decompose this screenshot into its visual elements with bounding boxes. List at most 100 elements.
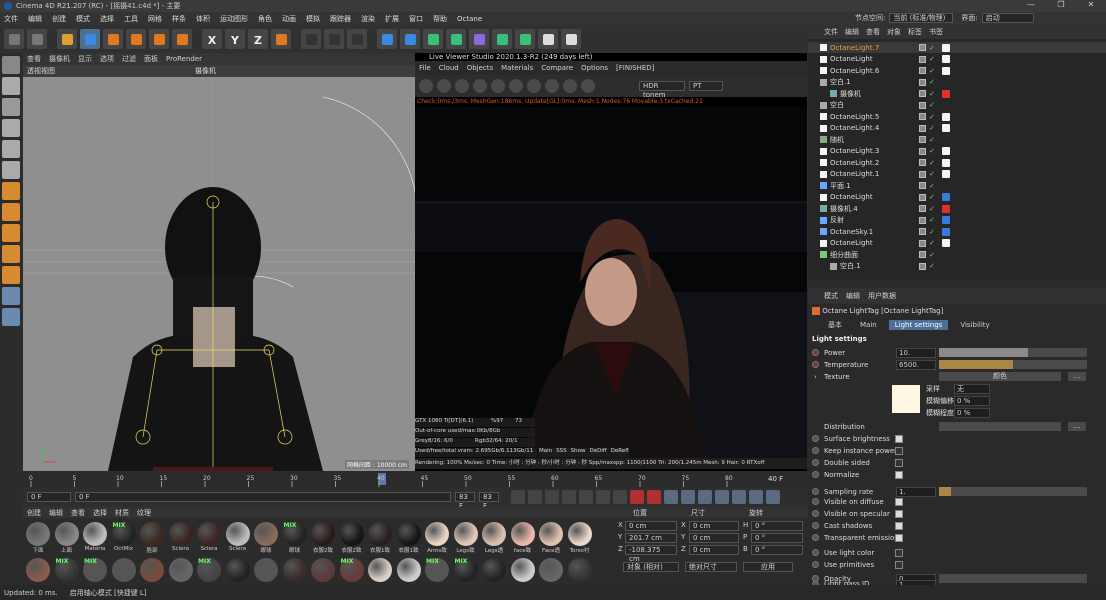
material-menu-item[interactable]: 查看 bbox=[71, 508, 85, 518]
enabled-check[interactable]: ✓ bbox=[929, 124, 935, 132]
menu-item[interactable]: 窗口 bbox=[409, 14, 423, 24]
position-field[interactable]: 201.7 cm bbox=[625, 533, 677, 543]
cube-icon[interactable] bbox=[377, 29, 397, 49]
animate-dot[interactable] bbox=[812, 349, 819, 356]
editor-visibility-flag[interactable] bbox=[919, 124, 926, 132]
object-row[interactable]: 空白.1 ✓ bbox=[808, 77, 1106, 88]
rotation-field[interactable]: 0 ° bbox=[751, 521, 803, 531]
octane-tag-icon[interactable] bbox=[942, 112, 950, 121]
close-button[interactable]: ✕ bbox=[1076, 0, 1106, 9]
snap-icon[interactable] bbox=[2, 203, 20, 221]
editor-visibility-flag[interactable] bbox=[919, 170, 926, 178]
move-icon[interactable] bbox=[80, 29, 100, 49]
editor-visibility-flag[interactable] bbox=[919, 239, 926, 247]
animate-dot[interactable] bbox=[812, 561, 819, 568]
gpu-icon[interactable] bbox=[563, 79, 577, 93]
viewport-menu-item[interactable]: 显示 bbox=[78, 54, 92, 64]
material-swatch[interactable]: 衣服2致 bbox=[310, 522, 336, 558]
editor-visibility-flag[interactable] bbox=[919, 113, 926, 120]
temperature-slider[interactable] bbox=[939, 360, 1087, 369]
attribute-menu-item[interactable]: 编辑 bbox=[846, 291, 860, 301]
viewport-menu-item[interactable]: 面板 bbox=[144, 54, 158, 64]
material-swatch[interactable]: 眼球 bbox=[253, 522, 279, 558]
visible-on-specular-checkbox[interactable] bbox=[895, 509, 903, 518]
menu-item[interactable]: 体积 bbox=[196, 14, 210, 24]
menu-item[interactable]: 角色 bbox=[258, 14, 272, 24]
om-menu-item[interactable]: 书签 bbox=[929, 27, 943, 37]
live-viewer-menu-item[interactable]: Objects bbox=[467, 64, 493, 72]
position-field[interactable]: 0 cm bbox=[625, 521, 677, 531]
menu-item[interactable]: 编辑 bbox=[28, 14, 42, 24]
enabled-check[interactable]: ✓ bbox=[929, 67, 935, 75]
channel-tab[interactable]: SSS bbox=[556, 448, 566, 457]
enabled-check[interactable]: ✓ bbox=[929, 159, 935, 167]
sky-icon[interactable] bbox=[515, 29, 535, 49]
surface-brightness-checkbox[interactable] bbox=[895, 434, 903, 443]
size-field[interactable]: 0 cm bbox=[689, 545, 739, 555]
object-row[interactable]: 空白.1 ✓ bbox=[808, 261, 1106, 272]
editor-visibility-flag[interactable] bbox=[919, 159, 926, 166]
material-menu-item[interactable]: 纹理 bbox=[137, 508, 151, 518]
material-swatch[interactable]: Face透 bbox=[538, 522, 564, 558]
animate-dot[interactable] bbox=[812, 498, 819, 505]
octane-tag-icon[interactable] bbox=[942, 170, 950, 178]
object-row[interactable]: OctaneLight.5 ✓ bbox=[808, 111, 1106, 122]
kernel-select[interactable]: PT bbox=[689, 81, 723, 91]
object-row[interactable]: 空白 ✓ bbox=[808, 100, 1106, 111]
animate-dot[interactable] bbox=[812, 488, 819, 495]
temperature-field[interactable]: 6500. bbox=[896, 359, 936, 370]
menu-item[interactable]: 网格 bbox=[148, 14, 162, 24]
position-field[interactable]: -108.375 cm bbox=[625, 545, 677, 563]
om-menu-item[interactable]: 文件 bbox=[824, 27, 838, 37]
workplane-icon[interactable] bbox=[2, 245, 20, 263]
pen-icon[interactable] bbox=[400, 29, 420, 49]
add-icon[interactable] bbox=[172, 29, 192, 49]
opacity-slider[interactable] bbox=[939, 574, 1087, 583]
object-row[interactable]: OctaneSky.1 ✓ bbox=[808, 226, 1106, 237]
layout-select[interactable]: 启动 bbox=[981, 13, 1034, 23]
normalize-checkbox[interactable] bbox=[895, 470, 903, 479]
live-viewer-menu-item[interactable]: Options bbox=[581, 64, 608, 72]
octane-tag-icon[interactable] bbox=[942, 43, 950, 52]
channel-tab[interactable]: Main bbox=[539, 448, 552, 457]
play-icon[interactable] bbox=[562, 490, 576, 504]
render-tag-icon[interactable] bbox=[2, 287, 20, 305]
pause-icon[interactable] bbox=[455, 79, 469, 93]
enabled-check[interactable]: ✓ bbox=[929, 239, 935, 247]
object-row[interactable]: 摄像机.4 ✓ bbox=[808, 203, 1106, 214]
auto-key-icon[interactable] bbox=[647, 490, 661, 504]
object-row[interactable]: OctaneLight.7 ✓ bbox=[808, 42, 1106, 53]
size-field[interactable]: 0 cm bbox=[689, 521, 739, 531]
menu-item[interactable]: 运动图形 bbox=[220, 14, 248, 24]
use-primitives-checkbox[interactable] bbox=[895, 560, 903, 569]
pos-key-icon[interactable] bbox=[681, 490, 695, 504]
tonemap-select[interactable]: HDR tonem bbox=[639, 81, 685, 99]
viewport-menu-item[interactable]: ProRender bbox=[166, 55, 202, 63]
editor-visibility-flag[interactable] bbox=[919, 182, 926, 189]
viewport-camera-label[interactable]: 摄像机 bbox=[195, 66, 216, 76]
object-row[interactable]: OctaneLight.3 ✓ bbox=[808, 146, 1106, 157]
material-swatch[interactable]: 脸部 bbox=[139, 522, 165, 558]
object-row[interactable]: OctaneLight.4 ✓ bbox=[808, 123, 1106, 134]
material-menu-item[interactable]: 编辑 bbox=[49, 508, 63, 518]
go-start-icon[interactable] bbox=[511, 490, 525, 504]
texture-axis-icon[interactable] bbox=[2, 308, 20, 326]
render-settings-icon[interactable] bbox=[347, 29, 367, 49]
cast-shadows-checkbox[interactable] bbox=[895, 521, 903, 530]
minimize-button[interactable]: — bbox=[1016, 0, 1046, 9]
material-swatch[interactable]: Materia bbox=[82, 522, 108, 558]
channel-tab[interactable]: DeRefl bbox=[611, 448, 629, 457]
rot-key-icon[interactable] bbox=[715, 490, 729, 504]
size-field[interactable]: 0 cm bbox=[689, 533, 739, 543]
object-row[interactable]: OctaneLight ✓ bbox=[808, 54, 1106, 65]
record-icon[interactable] bbox=[630, 490, 644, 504]
light-icon[interactable] bbox=[561, 29, 581, 49]
material-swatch[interactable]: Legs致 bbox=[453, 522, 479, 558]
enabled-check[interactable]: ✓ bbox=[929, 262, 935, 270]
object-row[interactable]: 细分曲面 ✓ bbox=[808, 249, 1106, 260]
enabled-check[interactable]: ✓ bbox=[929, 193, 935, 201]
tab-基本[interactable]: 基本 bbox=[822, 320, 848, 330]
menu-item[interactable]: 模式 bbox=[76, 14, 90, 24]
sampling-rate-field[interactable]: 1. bbox=[896, 486, 936, 497]
tab-main[interactable]: Main bbox=[854, 320, 883, 330]
